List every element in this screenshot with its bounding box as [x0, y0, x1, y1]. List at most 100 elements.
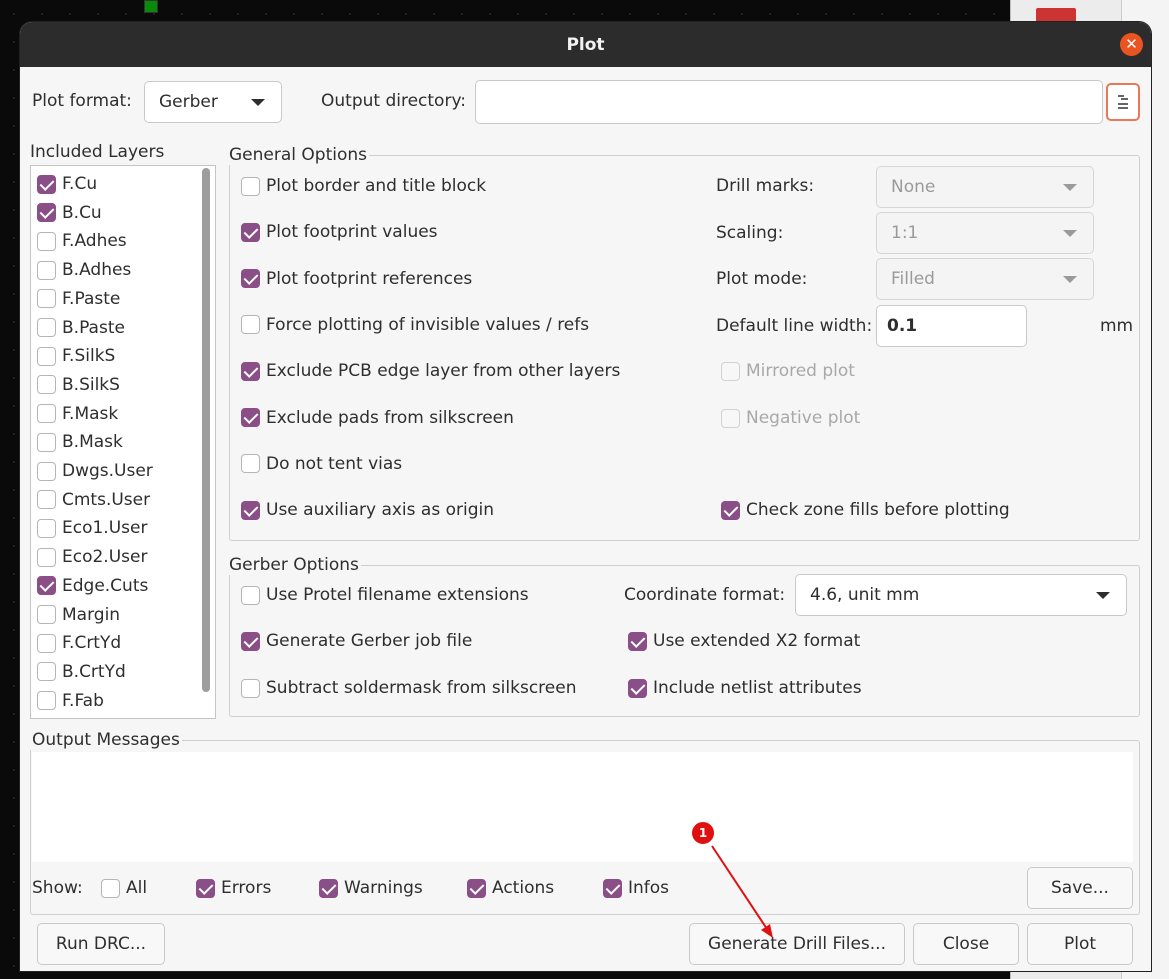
layer-item[interactable]: Edge.Cuts: [37, 576, 148, 596]
mirrored-plot-checkbox[interactable]: Mirrored plot: [721, 361, 855, 381]
subtract-soldermask-checkbox[interactable]: Subtract soldermask from silkscreen: [241, 678, 576, 698]
layer-item[interactable]: Dwgs.User: [37, 461, 153, 481]
general-option-checkbox[interactable]: Force plotting of invisible values / ref…: [241, 315, 589, 335]
checkbox-box: [37, 375, 56, 395]
close-icon[interactable]: ✕: [1120, 33, 1143, 56]
general-option-checkbox[interactable]: Use auxiliary axis as origin: [241, 500, 494, 520]
annotation-marker: 1: [690, 820, 716, 846]
layer-item[interactable]: F.Cu: [37, 174, 97, 194]
plot-format-label: Plot format:: [32, 91, 132, 111]
checkbox-label: Force plotting of invisible values / ref…: [266, 314, 590, 335]
general-option-checkbox[interactable]: Plot border and title block: [241, 176, 486, 196]
general-option-checkbox[interactable]: Exclude pads from silkscreen: [241, 408, 514, 428]
general-option-checkbox[interactable]: Do not tent vias: [241, 454, 402, 474]
checkbox-box: [721, 408, 740, 428]
coordinate-format-select[interactable]: 4.6, unit mm: [795, 574, 1127, 616]
layer-item[interactable]: B.SilkS: [37, 375, 120, 395]
checkbox-box: [37, 404, 56, 424]
default-line-width-input[interactable]: 0.1: [876, 305, 1027, 347]
layer-item[interactable]: F.Paste: [37, 289, 120, 309]
layer-item[interactable]: B.Adhes: [37, 260, 131, 280]
checkbox-box: [241, 454, 260, 474]
layer-item[interactable]: B.CrtYd: [37, 662, 126, 682]
plot-dialog: Plot ✕ Plot format: Gerber Output direct…: [20, 22, 1151, 971]
layer-item[interactable]: F.Fab: [37, 691, 104, 711]
filter-actions-checkbox[interactable]: Actions: [467, 878, 554, 898]
browse-directory-button[interactable]: [1106, 83, 1140, 121]
layer-item[interactable]: F.CrtYd: [37, 633, 121, 653]
chevron-down-icon: [1063, 275, 1077, 283]
checkbox-box: [721, 361, 740, 381]
checkbox-box: [37, 518, 56, 538]
checkbox-box: [37, 174, 56, 194]
checkbox-box: [196, 878, 215, 898]
protel-extensions-checkbox[interactable]: Use Protel filename extensions: [241, 585, 529, 605]
generate-drill-files-button[interactable]: Generate Drill Files...: [689, 923, 905, 965]
plot-mode-select[interactable]: Filled: [876, 258, 1094, 300]
scaling-select[interactable]: 1:1: [876, 212, 1094, 254]
layer-name: Eco2.User: [62, 547, 148, 568]
layer-name: B.Mask: [62, 432, 123, 453]
extended-x2-checkbox[interactable]: Use extended X2 format: [628, 631, 860, 651]
layer-item[interactable]: B.Paste: [37, 318, 125, 338]
window-title: Plot: [566, 34, 605, 55]
general-options-title: General Options: [227, 145, 369, 165]
checkbox-label: Exclude pads from silkscreen: [266, 407, 514, 428]
layer-item[interactable]: Cmts.User: [37, 490, 150, 510]
plot-button[interactable]: Plot: [1027, 923, 1133, 965]
plot-mode-label: Plot mode:: [716, 269, 808, 289]
checkbox-box: [241, 408, 260, 427]
chevron-down-icon: [1063, 183, 1077, 191]
layer-item[interactable]: F.Adhes: [37, 231, 127, 251]
layers-scrollbar[interactable]: [202, 168, 210, 692]
checkbox-box: [603, 878, 622, 898]
layer-item[interactable]: F.Mask: [37, 404, 118, 424]
checkbox-box: [37, 547, 56, 567]
general-option-checkbox[interactable]: Exclude PCB edge layer from other layers: [241, 361, 620, 381]
checkbox-box: [37, 461, 56, 481]
save-messages-button[interactable]: Save...: [1027, 867, 1133, 909]
filter-infos-checkbox[interactable]: Infos: [603, 878, 669, 898]
chevron-down-icon: [1063, 229, 1077, 237]
checkbox-box: [37, 490, 56, 510]
checkbox-box: [37, 633, 56, 653]
layer-item[interactable]: B.Mask: [37, 432, 123, 452]
checkbox-box: [721, 500, 740, 520]
filter-errors-checkbox[interactable]: Errors: [196, 878, 271, 898]
layer-item[interactable]: F.SilkS: [37, 346, 115, 366]
checkbox-box: [241, 361, 260, 381]
filter-warnings-checkbox[interactable]: Warnings: [319, 878, 423, 898]
drill-marks-select[interactable]: None: [876, 166, 1094, 208]
checkbox-box: [37, 346, 56, 366]
gerber-job-file-checkbox[interactable]: Generate Gerber job file: [241, 631, 472, 651]
layer-item[interactable]: Eco1.User: [37, 518, 147, 538]
output-messages-area[interactable]: [32, 752, 1133, 862]
layer-name: Cmts.User: [62, 489, 151, 510]
general-option-checkbox[interactable]: Plot footprint values: [241, 222, 438, 242]
checkbox-box: [241, 631, 260, 651]
netlist-attributes-checkbox[interactable]: Include netlist attributes: [628, 678, 862, 698]
plot-format-select[interactable]: Gerber: [144, 81, 282, 123]
checkbox-box: [37, 605, 56, 624]
check-zone-fills-checkbox[interactable]: Check zone fills before plotting: [721, 500, 1010, 520]
output-directory-input[interactable]: [475, 80, 1103, 124]
checkbox-box: [241, 269, 260, 289]
negative-plot-checkbox[interactable]: Negative plot: [721, 408, 860, 428]
run-drc-button[interactable]: Run DRC...: [37, 923, 165, 965]
checkbox-box: [37, 231, 56, 251]
checkbox-box: [628, 631, 647, 651]
layer-name: Eco1.User: [62, 518, 148, 539]
close-button[interactable]: Close: [913, 923, 1019, 965]
filter-all-checkbox[interactable]: All: [101, 878, 147, 898]
checkbox-box: [319, 878, 338, 898]
layer-name: F.Paste: [62, 288, 121, 309]
layer-name: B.Paste: [62, 317, 125, 338]
layer-name: F.Cu: [62, 174, 98, 194]
layer-name: B.SilkS: [62, 374, 120, 395]
included-layers-list[interactable]: F.Cu B.Cu F.Adhes B.Adhes F.Paste B.Paste F.Si…: [30, 165, 216, 719]
layer-item[interactable]: Margin: [37, 605, 120, 625]
layer-item[interactable]: B.Cu: [37, 203, 102, 223]
layer-item[interactable]: Eco2.User: [37, 547, 147, 567]
show-label: Show:: [32, 878, 83, 898]
general-option-checkbox[interactable]: Plot footprint references: [241, 269, 472, 289]
